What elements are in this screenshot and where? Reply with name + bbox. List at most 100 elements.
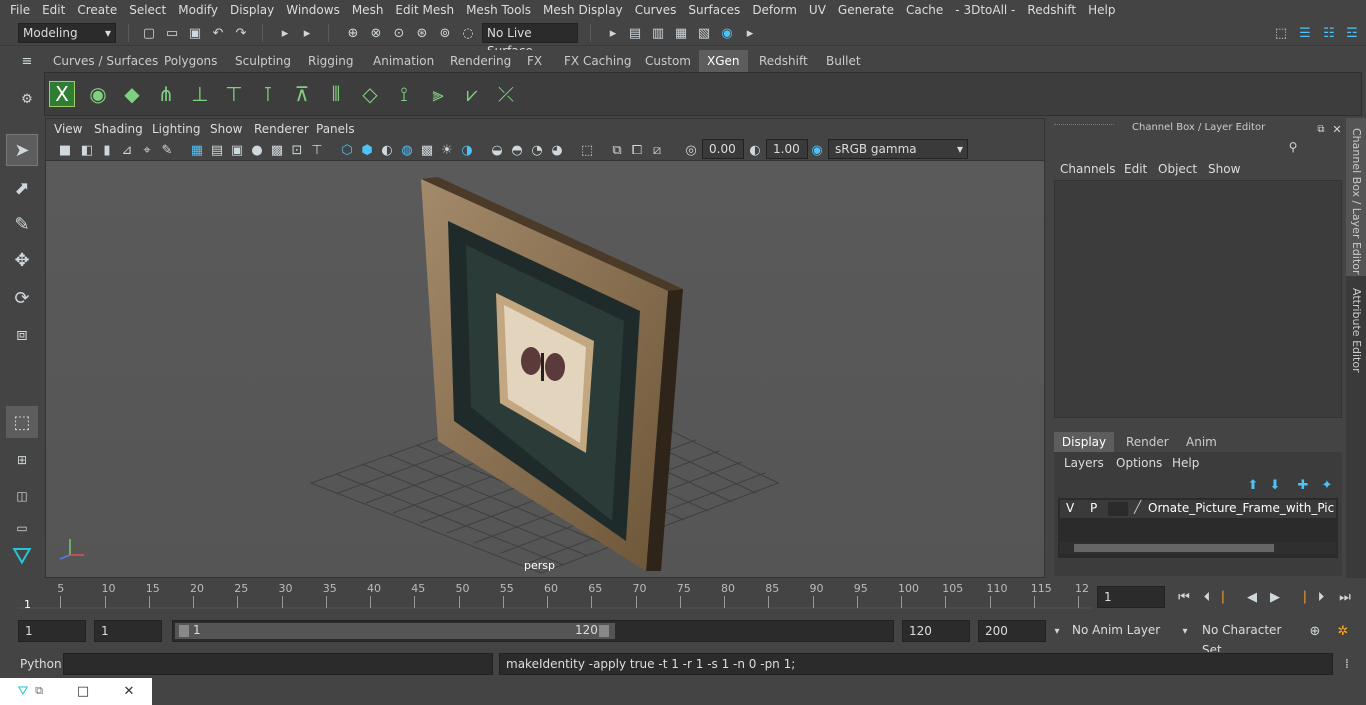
tab-bullet[interactable]: Bullet [826, 54, 861, 68]
place-guide-icon[interactable]: ⊤ [219, 79, 249, 109]
open-scene-icon[interactable]: ▭ [163, 24, 181, 42]
new-layer-selected-icon[interactable]: ✦ [1318, 476, 1336, 494]
smooth-shade-icon[interactable]: ⬢ [358, 141, 376, 159]
safe-title-icon[interactable]: ⊤ [308, 141, 326, 159]
snap-grid-icon[interactable]: ⊕ [344, 24, 362, 42]
menu-modify[interactable]: Modify [172, 0, 224, 20]
workspace-icon[interactable]: ⬚ [1272, 24, 1290, 42]
animation-start-field[interactable]: 1 [18, 620, 86, 642]
xgen-leaf-icon[interactable]: ◆ [117, 79, 147, 109]
bend-guide-icon[interactable]: ⟟ [389, 79, 419, 109]
layout-quad-icon[interactable]: ⊞ [6, 444, 38, 476]
paint-select-icon[interactable]: ✎ [6, 208, 38, 240]
textured-icon[interactable]: ▩ [418, 141, 436, 159]
layer-menu-layers[interactable]: Layers [1064, 456, 1104, 470]
tab-custom[interactable]: Custom [645, 54, 691, 68]
motion-blur-icon[interactable]: ◓ [508, 141, 526, 159]
collapse-icon[interactable]: ▸ [276, 24, 294, 42]
pencil-icon[interactable]: ✎ [158, 141, 176, 159]
tab-curves-surfaces[interactable]: Curves / Surfaces [53, 54, 158, 68]
magnet-icon[interactable]: ◌ [459, 24, 477, 42]
gear-icon[interactable]: ⚙ [18, 90, 36, 108]
save-scene-icon[interactable]: ▣ [186, 24, 204, 42]
undo-icon[interactable]: ↶ [209, 24, 227, 42]
grid-icon[interactable]: ▦ [188, 141, 206, 159]
shaded-wire-icon[interactable]: ◍ [398, 141, 416, 159]
3d-scene[interactable]: persp [46, 161, 1044, 577]
live-surface-field[interactable]: No Live Surface [482, 23, 578, 58]
tab-fx[interactable]: FX [527, 54, 542, 68]
select-guide-icon[interactable]: ⊺ [253, 79, 283, 109]
menu-edit-mesh[interactable]: Edit Mesh [389, 0, 460, 20]
step-back-key-icon[interactable]: ⏴ [1198, 588, 1216, 606]
range-handle-bar[interactable]: 1 120 [175, 623, 615, 639]
layer-row[interactable]: V P ╱ Ornate_Picture_Frame_with_Picture_… [1060, 500, 1336, 518]
toggle-tool-settings-icon[interactable]: ☷ [1320, 24, 1338, 42]
sculpt-guide-icon[interactable]: ⫸ [423, 79, 453, 109]
menu-mesh-display[interactable]: Mesh Display [537, 0, 629, 20]
xray-components-icon[interactable]: ⧄ [648, 141, 666, 159]
menu-3dtoall[interactable]: - 3DtoAll - [949, 0, 1021, 20]
mode-select[interactable]: Modeling ▾ [18, 23, 116, 43]
menu-display[interactable]: Display [224, 0, 280, 20]
menu-surfaces[interactable]: Surfaces [682, 0, 746, 20]
step-back-frame-icon[interactable]: ⎸ [1220, 588, 1238, 606]
ipr-render-icon[interactable]: ▦ [672, 24, 690, 42]
range-handle-left[interactable] [179, 625, 189, 637]
snap-curve-icon[interactable]: ⊗ [367, 24, 385, 42]
delete-guide-icon[interactable]: ⤫ [491, 79, 521, 109]
default-material-icon[interactable]: ◐ [378, 141, 396, 159]
tab-sculpting[interactable]: Sculpting [235, 54, 291, 68]
tab-fx-caching[interactable]: FX Caching [564, 54, 631, 68]
play-forward-icon[interactable]: ▶ [1266, 588, 1284, 606]
render-settings-icon[interactable]: ▧ [695, 24, 713, 42]
color-management-icon[interactable]: ◉ [808, 141, 826, 159]
chevron-down-icon[interactable]: ▾ [1048, 622, 1066, 640]
menu-mesh-tools[interactable]: Mesh Tools [460, 0, 537, 20]
create-guides-icon[interactable]: ⋔ [151, 79, 181, 109]
gamma-icon[interactable]: ◐ [746, 141, 764, 159]
add-guide-icon[interactable]: ⊥ [185, 79, 215, 109]
ao-icon[interactable]: ◒ [488, 141, 506, 159]
command-input[interactable] [63, 653, 493, 675]
lasso-tool-icon[interactable]: ⬈ [6, 172, 38, 204]
playback-prefs-icon[interactable]: ✲ [1334, 622, 1352, 640]
render-frame-icon[interactable]: ▥ [649, 24, 667, 42]
toggle-channel-box-icon[interactable]: ☲ [1343, 24, 1361, 42]
side-tab-attribute-editor[interactable]: Attribute Editor [1350, 288, 1363, 373]
bookmark-icon[interactable]: ▮ [98, 141, 116, 159]
menu-help[interactable]: Help [1082, 0, 1121, 20]
playback-start-field[interactable]: 1 [94, 620, 162, 642]
film-gate-icon[interactable]: ▤ [208, 141, 226, 159]
step-forward-frame-icon[interactable]: ⎹ [1290, 588, 1308, 606]
tab-polygons[interactable]: Polygons [164, 54, 217, 68]
menu-select[interactable]: Select [123, 0, 172, 20]
vp-menu-view[interactable]: View [54, 122, 82, 136]
tab-rendering[interactable]: Rendering [450, 54, 511, 68]
color-space-select[interactable]: sRGB gamma ▾ [828, 139, 968, 159]
lights-icon[interactable]: ☀ [438, 141, 456, 159]
range-handle-right[interactable] [599, 625, 609, 637]
lock-guide-icon[interactable]: ⊼ [287, 79, 317, 109]
cb-menu-edit[interactable]: Edit [1124, 162, 1147, 176]
tab-anim[interactable]: Anim [1186, 435, 1217, 449]
image-plane-icon[interactable]: ⊿ [118, 141, 136, 159]
tab-render[interactable]: Render [1126, 435, 1169, 449]
exposure-field[interactable]: 0.00 [702, 139, 744, 159]
menu-redshift[interactable]: Redshift [1021, 0, 1082, 20]
maximize-icon[interactable]: □ [74, 682, 92, 700]
script-language-label[interactable]: Python [20, 657, 62, 671]
cb-menu-show[interactable]: Show [1208, 162, 1240, 176]
close-icon[interactable]: ✕ [120, 682, 138, 700]
rotate-tool-icon[interactable]: ⟳ [6, 282, 38, 314]
anim-layer-select[interactable]: No Anim Layer [1066, 620, 1176, 642]
tab-rigging[interactable]: Rigging [308, 54, 353, 68]
menu-curves[interactable]: Curves [629, 0, 683, 20]
channel-list[interactable] [1054, 180, 1342, 418]
exposure-icon[interactable]: ◎ [682, 141, 700, 159]
scale-tool-icon[interactable]: ⧈ [6, 318, 38, 350]
menu-create[interactable]: Create [71, 0, 123, 20]
grid-toggle-icon[interactable]: ⌖ [138, 141, 156, 159]
play-backward-icon[interactable]: ◀ [1243, 588, 1261, 606]
xray-joints-icon[interactable]: ⧠ [628, 141, 646, 159]
